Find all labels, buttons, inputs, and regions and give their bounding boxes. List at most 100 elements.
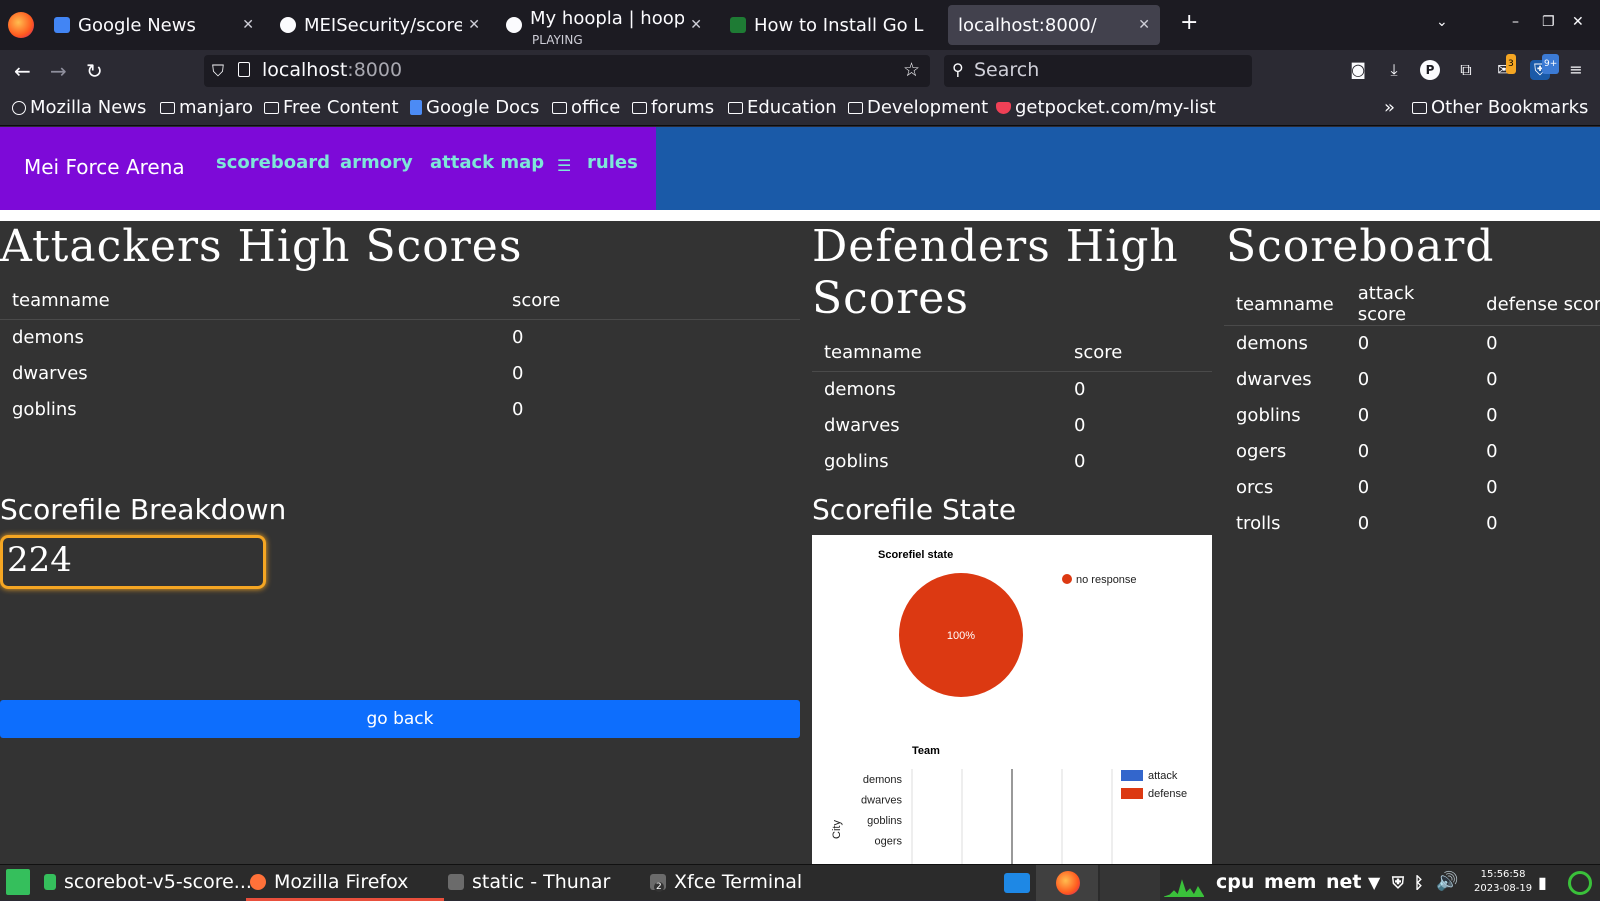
navbar-divider <box>0 210 1600 221</box>
tab-hoopla[interactable]: My hoopla | hoopl PLAYING ✕ <box>496 5 712 45</box>
tab-localhost[interactable]: localhost:8000/ ✕ <box>948 5 1160 45</box>
score-cell: 0 <box>512 326 524 348</box>
attack-score-cell: 0 <box>1357 369 1370 390</box>
url-bar[interactable]: ⛉ localhost:8000 ☆ <box>204 55 930 87</box>
score-cell: 0 <box>1074 378 1086 400</box>
attack-score-cell: 0 <box>1357 441 1370 462</box>
defense-score-cell: 0 <box>1486 333 1498 355</box>
table-row: goblins 0 <box>812 443 1212 479</box>
attackers-table: teamname score demons 0 dwarves 0 goblins 0 <box>0 283 800 427</box>
tab-install-go[interactable]: How to Install Go L <box>720 5 946 45</box>
clock-time: 15:56:58 <box>1480 869 1526 880</box>
tab-google-news[interactable]: Google News ✕ <box>44 5 264 45</box>
volume-icon[interactable]: 🔊 <box>1436 871 1458 892</box>
shield-icon[interactable]: ⛨ <box>1392 873 1404 893</box>
bar-category-label: demons <box>863 774 903 786</box>
google-news-favicon-icon <box>54 17 70 33</box>
url-text[interactable]: localhost:8000 <box>262 59 402 81</box>
bitwarden-icon[interactable]: ⛨ 9+ <box>1530 54 1560 80</box>
defenders-heading: Defenders High Scores <box>812 221 1179 325</box>
bookmark-office[interactable]: office <box>552 97 620 118</box>
taskbar-item-terminal[interactable]: 2 Xfce Terminal <box>650 871 802 893</box>
github-favicon-icon <box>280 17 296 33</box>
workspace-3[interactable] <box>1100 865 1160 901</box>
bookmark-mozilla-news[interactable]: Mozilla News <box>12 97 146 118</box>
close-window-icon[interactable]: ✕ <box>1572 14 1584 30</box>
table-row: ogers 0 0 <box>1224 434 1600 470</box>
clock[interactable]: 15:56:58 2023-08-19 <box>1474 868 1532 896</box>
team-cell: dwarves <box>824 414 900 436</box>
table-row: trolls 0 0 <box>1224 506 1600 542</box>
search-input[interactable]: ⚲ Search <box>944 55 1252 87</box>
profile-icon[interactable]: P <box>1420 60 1440 80</box>
folder-icon <box>848 101 863 114</box>
page-info-icon[interactable] <box>238 62 250 77</box>
close-tab-icon[interactable]: ✕ <box>242 17 254 33</box>
downloads-icon[interactable]: ⤓ <box>1384 60 1404 80</box>
hamburger-menu-icon[interactable]: ≡ <box>1566 60 1586 80</box>
update-icon[interactable] <box>1568 871 1592 895</box>
firefox-menu-icon[interactable] <box>8 12 34 38</box>
site-brand[interactable]: Mei Force Arena <box>24 155 185 179</box>
team-cell: demons <box>824 378 896 400</box>
table-row: demons 0 <box>812 371 1212 407</box>
pocket-icon[interactable]: ◙ <box>1348 60 1368 80</box>
workspace-1[interactable] <box>1004 873 1038 893</box>
bookmark-getpocket[interactable]: getpocket.com/my-list <box>996 97 1216 118</box>
taskbar-item-thunar[interactable]: static - Thunar <box>448 871 610 893</box>
pie-legend-marker <box>1062 574 1072 584</box>
maximize-icon[interactable]: ❐ <box>1542 14 1555 30</box>
nav-link-scoreboard[interactable]: scoreboard <box>216 152 330 173</box>
bookmark-google-docs[interactable]: Google Docs <box>410 97 539 118</box>
extensions-icon[interactable]: ⧉ <box>1456 60 1476 80</box>
battery-icon[interactable]: ▮ <box>1538 873 1547 892</box>
table-header-row: teamname score <box>812 335 1212 372</box>
extension-badge-icon[interactable]: ✉ 3 <box>1494 54 1516 80</box>
bookmark-development[interactable]: Development <box>848 97 988 118</box>
workspace-2[interactable] <box>1036 865 1098 901</box>
taskbar-item-scorebot[interactable]: scorebot-v5-score... <box>44 871 252 893</box>
site-navbar: Mei Force Arena scoreboard armory attack… <box>0 127 1600 210</box>
more-bookmarks-chevron-icon[interactable]: » <box>1384 97 1395 118</box>
back-icon[interactable]: ← <box>14 59 31 83</box>
column-header: teamname <box>0 283 500 320</box>
manjaro-menu-icon[interactable] <box>6 869 38 895</box>
defense-score-cell: 0 <box>1486 477 1498 498</box>
nav-link-attack-map[interactable]: attack map <box>430 152 544 173</box>
nav-link-rules[interactable]: rules <box>587 152 638 173</box>
bookmark-education[interactable]: Education <box>728 97 837 118</box>
wifi-icon[interactable]: ▼ <box>1368 873 1380 892</box>
team-cell: orcs <box>1236 477 1274 498</box>
tab-list-chevron-icon[interactable]: ⌄ <box>1436 14 1448 30</box>
folder-icon <box>1412 101 1427 114</box>
pocket-icon <box>996 101 1011 114</box>
close-tab-icon[interactable]: ✕ <box>1138 17 1150 33</box>
attack-score-cell: 0 <box>1357 333 1370 355</box>
forward-icon[interactable]: → <box>50 59 67 83</box>
bluetooth-icon[interactable]: ᛒ <box>1414 873 1424 892</box>
tracking-shield-icon[interactable]: ⛉ <box>212 61 224 81</box>
minimize-icon[interactable]: – <box>1512 14 1519 30</box>
bookmark-forums[interactable]: forums <box>632 97 714 118</box>
scorefile-value-box[interactable]: 224 <box>0 535 266 589</box>
google-docs-icon <box>410 100 422 115</box>
go-back-button[interactable]: go back <box>0 700 800 738</box>
firefox-app-icon <box>250 874 266 890</box>
folder-icon <box>632 101 647 114</box>
list-icon: ☰ <box>557 156 572 175</box>
tab-title: Google News <box>78 14 196 36</box>
other-bookmarks[interactable]: Other Bookmarks <box>1412 97 1588 118</box>
tab-github[interactable]: MEISecurity/scoreb ✕ <box>270 5 490 45</box>
reload-icon[interactable]: ↻ <box>86 59 103 83</box>
score-cell: 0 <box>512 362 524 384</box>
nav-link-armory[interactable]: armory <box>340 152 413 173</box>
bookmark-free-content[interactable]: Free Content <box>264 97 399 118</box>
close-tab-icon[interactable]: ✕ <box>690 17 702 33</box>
taskbar-item-firefox[interactable]: Mozilla Firefox <box>250 871 408 893</box>
bookmark-manjaro[interactable]: manjaro <box>160 97 253 118</box>
table-row: demons 0 <box>0 319 800 355</box>
bookmark-star-icon[interactable]: ☆ <box>903 59 920 81</box>
defenders-heading-line2: Scores <box>812 273 969 324</box>
new-tab-icon[interactable]: + <box>1180 10 1198 35</box>
close-tab-icon[interactable]: ✕ <box>468 17 480 33</box>
